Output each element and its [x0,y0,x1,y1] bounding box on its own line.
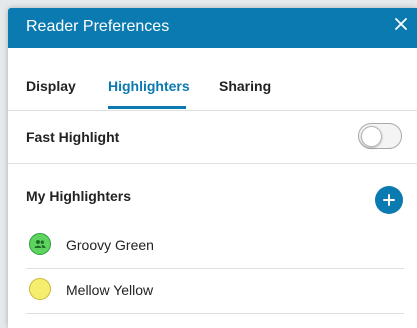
fast-highlight-row: Fast Highlight [8,111,417,164]
tab-bar: Display Highlighters Sharing [8,48,417,111]
my-highlighters-title: My Highlighters [26,188,132,204]
people-icon [34,240,46,248]
green-swatch-icon [29,233,51,255]
plus-icon [383,194,395,206]
active-tab-indicator [108,106,186,109]
close-icon[interactable] [389,12,413,36]
tab-sharing[interactable]: Sharing [219,78,271,94]
dialog-title: Reader Preferences [26,18,170,35]
tab-highlighters[interactable]: Highlighters [108,78,190,94]
fast-highlight-label: Fast Highlight [26,129,120,145]
tab-display[interactable]: Display [26,78,76,94]
toggle-knob [361,126,382,147]
highlighter-item-mellow-yellow[interactable]: Mellow Yellow [26,269,404,314]
highlighter-name: Mellow Yellow [66,282,154,298]
reader-preferences-dialog: Reader Preferences Display Highlighters … [8,8,417,328]
yellow-swatch-icon [29,278,51,300]
add-highlighter-button[interactable] [375,186,403,214]
dialog-header: Reader Preferences [8,8,417,48]
highlighter-item-groovy-green[interactable]: Groovy Green [26,224,404,269]
highlighter-name: Groovy Green [66,237,154,253]
fast-highlight-toggle[interactable] [358,123,402,149]
